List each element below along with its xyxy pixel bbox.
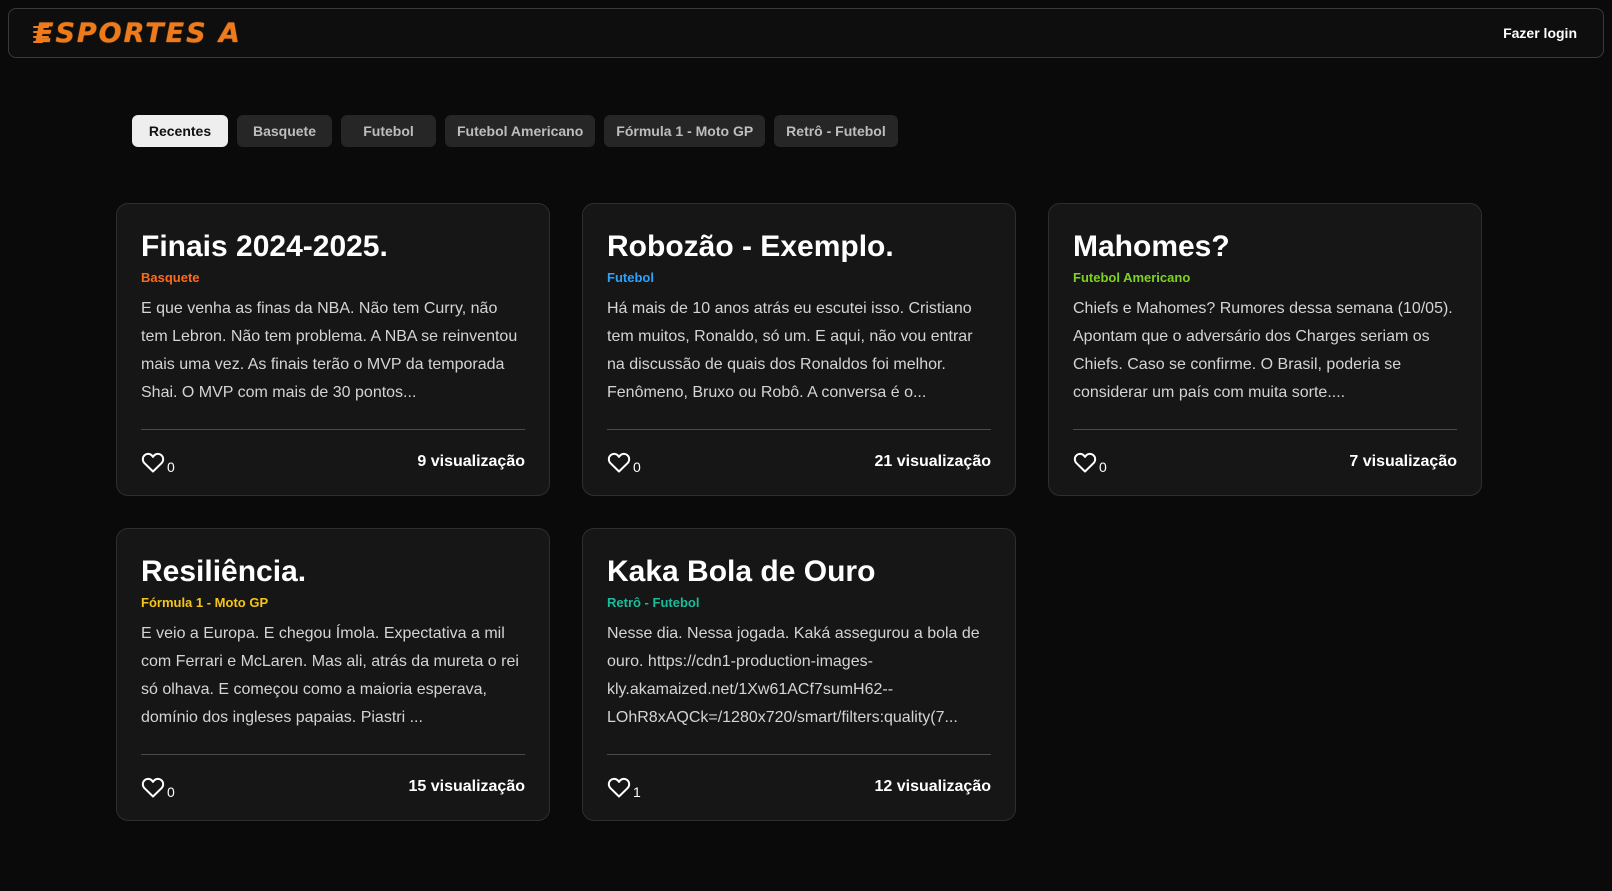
post-excerpt: Chiefs e Mahomes? Rumores dessa semana (… xyxy=(1073,300,1453,401)
category-tabs: Recentes Basquete Futebol Futebol Americ… xyxy=(132,115,898,147)
tab-basquete[interactable]: Basquete xyxy=(237,115,332,147)
divider xyxy=(607,754,991,755)
divider xyxy=(141,754,525,755)
post-title: Finais 2024-2025. xyxy=(141,230,388,263)
post-title: Robozão - Exemplo. xyxy=(607,230,894,263)
like-button[interactable]: 1 xyxy=(607,776,641,800)
post-footer: 0 7 visualização xyxy=(1073,450,1457,475)
post-category: Futebol Americano xyxy=(1073,270,1191,285)
like-count: 0 xyxy=(167,784,175,800)
heart-icon xyxy=(1073,452,1097,473)
divider xyxy=(607,429,991,430)
view-count: 15 visualização xyxy=(408,778,525,795)
post-excerpt: Há mais de 10 anos atrás eu escutei isso… xyxy=(607,300,973,401)
login-button[interactable]: Fazer login xyxy=(1503,25,1577,41)
post-title: Mahomes? xyxy=(1073,230,1230,263)
tab-recentes[interactable]: Recentes xyxy=(132,115,228,147)
post-card[interactable]: Finais 2024-2025. Basquete E que venha a… xyxy=(116,203,550,496)
post-footer: 0 15 visualização xyxy=(141,775,525,800)
top-navbar: ESPORTES A Fazer login xyxy=(8,8,1604,58)
tab-formula-1-moto-gp[interactable]: Fórmula 1 - Moto GP xyxy=(604,115,766,147)
site-logo[interactable]: ESPORTES A xyxy=(33,18,242,49)
post-category: Fórmula 1 - Moto GP xyxy=(141,595,269,610)
like-button[interactable]: 0 xyxy=(141,451,175,475)
post-footer: 0 9 visualização xyxy=(141,450,525,475)
tab-futebol-americano[interactable]: Futebol Americano xyxy=(445,115,596,147)
post-footer: 0 21 visualização xyxy=(607,450,991,475)
tab-retro-futebol[interactable]: Retrô - Futebol xyxy=(774,115,898,147)
post-card[interactable]: Mahomes? Futebol Americano Chiefs e Maho… xyxy=(1048,203,1482,496)
post-category: Retrô - Futebol xyxy=(607,595,700,610)
like-button[interactable]: 0 xyxy=(141,776,175,800)
post-category: Basquete xyxy=(141,270,200,285)
like-button[interactable]: 0 xyxy=(607,451,641,475)
post-excerpt: E veio a Europa. E chegou Ímola. Expecta… xyxy=(141,625,519,726)
view-count: 12 visualização xyxy=(874,778,991,795)
post-category: Futebol xyxy=(607,270,654,285)
like-count: 0 xyxy=(167,459,175,475)
like-count: 0 xyxy=(633,459,641,475)
tab-futebol[interactable]: Futebol xyxy=(341,115,436,147)
post-card[interactable]: Kaka Bola de Ouro Retrô - Futebol Nesse … xyxy=(582,528,1016,821)
post-title: Kaka Bola de Ouro xyxy=(607,555,876,588)
logo-text: ESPORTES A xyxy=(35,17,242,49)
view-count: 7 visualização xyxy=(1349,453,1457,470)
like-count: 0 xyxy=(1099,459,1107,475)
post-title: Resiliência. xyxy=(141,555,307,588)
divider xyxy=(1073,429,1457,430)
post-excerpt: E que venha as finas da NBA. Não tem Cur… xyxy=(141,300,518,401)
post-card[interactable]: Robozão - Exemplo. Futebol Há mais de 10… xyxy=(582,203,1016,496)
post-footer: 1 12 visualização xyxy=(607,775,991,800)
heart-icon xyxy=(607,452,631,473)
post-excerpt: Nesse dia. Nessa jogada. Kaká assegurou … xyxy=(607,625,980,726)
view-count: 9 visualização xyxy=(417,453,525,470)
view-count: 21 visualização xyxy=(874,453,991,470)
heart-icon xyxy=(141,452,165,473)
heart-icon xyxy=(607,777,631,798)
like-count: 1 xyxy=(633,784,641,800)
like-button[interactable]: 0 xyxy=(1073,451,1107,475)
heart-icon xyxy=(141,777,165,798)
post-card[interactable]: Resiliência. Fórmula 1 - Moto GP E veio … xyxy=(116,528,550,821)
divider xyxy=(141,429,525,430)
